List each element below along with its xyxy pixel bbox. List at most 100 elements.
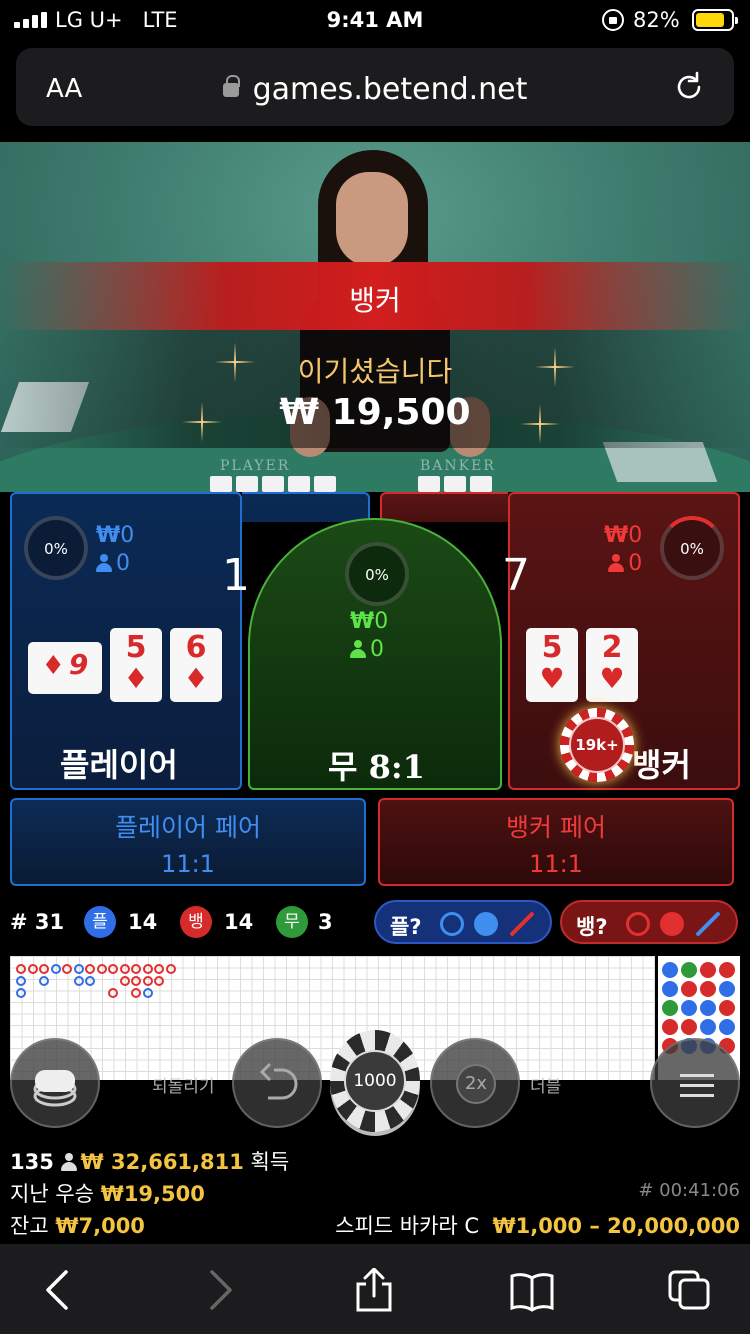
betting-area: 0% ₩0 0 1 ♦ 9 5 ♦ 6 ♦ 플레이어 0% ₩0 0 무 8:1 ₩0… — [0, 492, 750, 892]
status-bar: LG U+ LTE 9:41 AM 82% — [0, 0, 750, 40]
road-mark — [39, 964, 49, 974]
tie-bet-spot[interactable]: 0% ₩0 0 무 8:1 — [248, 518, 502, 790]
url-field[interactable]: games.betend.net — [16, 72, 734, 107]
road-mark — [131, 988, 141, 998]
game-id: # 00:41:06 — [638, 1180, 740, 1201]
round-count: # 31 — [10, 910, 65, 934]
road-mark — [119, 964, 130, 974]
banker-badge: 뱅 — [180, 906, 212, 938]
undo-icon — [259, 1062, 298, 1100]
battery-percent: 82% — [633, 8, 680, 32]
win-message: 이기셨습니다 — [297, 355, 453, 388]
bead-mark — [719, 981, 735, 997]
orientation-lock-icon — [602, 9, 624, 31]
player-bet-spot[interactable]: 0% ₩0 0 1 ♦ 9 5 ♦ 6 ♦ 플레이어 — [10, 492, 250, 790]
road-mark — [154, 964, 164, 974]
road-mark — [85, 976, 95, 986]
player-predict-button[interactable]: 플? — [374, 900, 552, 944]
road-mark — [27, 964, 38, 974]
small-road-icon — [474, 912, 498, 936]
chips-stack-button[interactable] — [10, 1038, 100, 1128]
win-amount: ₩ 19,500 — [279, 392, 471, 433]
road-mark — [16, 988, 26, 998]
player-badge: 플 — [84, 906, 116, 938]
road-mark — [16, 976, 26, 986]
live-video: PLAYER BANKER 뱅커 이기셨습니다 ₩ 19,500 — [0, 142, 750, 492]
player-percent-ring: 0% — [24, 516, 88, 580]
bead-mark — [681, 981, 697, 997]
tie-count: 3 — [318, 910, 333, 934]
road-mark — [108, 964, 118, 974]
banker-predict-button[interactable]: 뱅? — [560, 900, 738, 944]
road-mark — [39, 976, 49, 986]
tie-percent-ring: 0% — [345, 542, 409, 606]
player-card-1: ♦ 9 — [28, 642, 102, 694]
banker-percent-ring: 0% — [660, 516, 724, 580]
players-online: 135 ₩ 32,661,811 획득 — [10, 1150, 290, 1174]
road-mark — [119, 976, 130, 986]
banker-stats: ₩0 0 — [604, 523, 643, 576]
cockroach-icon — [509, 911, 535, 937]
banker-card-2: 2 ♥ — [586, 628, 638, 702]
road-mark — [85, 964, 95, 974]
road-mark — [142, 964, 153, 974]
road-mark — [96, 964, 107, 974]
road-mark — [131, 964, 141, 974]
bead-mark — [662, 962, 678, 978]
person-icon — [350, 640, 366, 658]
road-mark — [62, 964, 72, 974]
tabs-icon[interactable] — [666, 1268, 714, 1312]
placed-chip[interactable]: 19k+ — [560, 708, 634, 782]
player-score: 1 — [222, 550, 250, 601]
road-mark — [50, 964, 61, 974]
small-road-icon — [660, 912, 684, 936]
bead-mark — [681, 1000, 697, 1016]
tie-badge: 무 — [276, 906, 308, 938]
chips-stack-icon — [33, 1070, 77, 1107]
forward-icon[interactable] — [194, 1268, 242, 1312]
banker-card-1: 5 ♥ — [526, 628, 578, 702]
bookmarks-icon[interactable] — [508, 1268, 556, 1312]
menu-button[interactable] — [650, 1038, 740, 1128]
road-mark — [16, 964, 26, 974]
banker-label: 뱅커 — [632, 746, 691, 784]
address-bar[interactable]: AA games.betend.net — [16, 48, 734, 126]
table-info: 스피드 바카라 C ₩1,000 – 20,000,000 — [335, 1214, 740, 1238]
browser-toolbar — [0, 1244, 750, 1334]
player-pair-bet-spot[interactable]: 플레이어 페어 11:1 — [10, 798, 366, 886]
battery-icon — [692, 9, 738, 31]
felt-player-label: PLAYER — [220, 458, 291, 474]
stats-row: # 31 플 14 뱅 14 무 3 플? 뱅? — [0, 896, 750, 952]
reload-icon[interactable] — [672, 70, 706, 104]
lock-icon — [222, 75, 240, 97]
banker-pair-bet-spot[interactable]: 뱅커 페어 11:1 — [378, 798, 734, 886]
road-mark — [142, 976, 153, 986]
player-card-3: 6 ♦ — [170, 628, 222, 702]
info-panel: 135 ₩ 32,661,811 획득 지난 우승 ₩19,500 # 00:4… — [0, 1140, 750, 1244]
cockroach-icon — [695, 911, 721, 937]
player-cards-on-table — [210, 476, 336, 492]
back-icon[interactable] — [36, 1268, 84, 1312]
person-icon — [608, 554, 625, 572]
tie-label: 무 8:1 — [328, 748, 425, 786]
bead-mark — [662, 1000, 678, 1016]
double-button[interactable]: 2x — [430, 1038, 520, 1128]
bead-mark — [700, 962, 716, 978]
share-icon[interactable] — [350, 1268, 398, 1312]
undo-button[interactable] — [232, 1038, 322, 1128]
double-label: 더블 — [530, 1077, 562, 1097]
bead-mark — [700, 1000, 716, 1016]
road-mark — [73, 976, 84, 986]
chip-selector[interactable]: 1000 — [330, 1030, 420, 1132]
bead-mark — [700, 981, 716, 997]
person-icon — [96, 554, 112, 572]
road-mark — [154, 976, 164, 986]
player-card-2: 5 ♦ — [110, 628, 162, 702]
result-winner: 뱅커 — [349, 284, 401, 317]
banker-score: 7 — [502, 550, 530, 601]
browser-bar: AA games.betend.net — [0, 40, 750, 142]
discard-tray — [602, 442, 718, 482]
tie-stats: ₩0 0 — [350, 609, 389, 662]
bead-mark — [681, 962, 697, 978]
undo-label: 되돌리기 — [152, 1077, 215, 1097]
